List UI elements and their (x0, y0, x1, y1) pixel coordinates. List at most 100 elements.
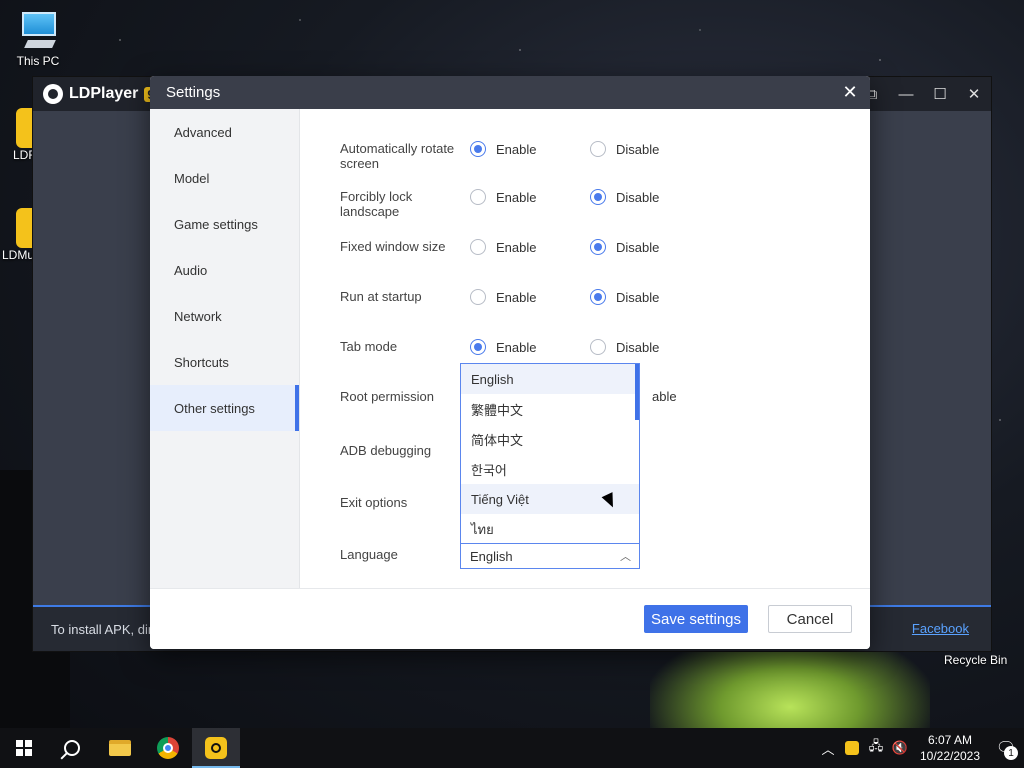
language-dropdown-list: English 繁體中文 简体中文 한국어 Tiếng Việt ไทย (460, 363, 640, 543)
setting-row-auto-rotate: Automatically rotate screen Enable Disab… (340, 141, 740, 181)
setting-label: Tab mode (340, 339, 398, 354)
system-tray: ︿ 🖧 🔇 6:07 AM 10/22/2023 🗨 1 (816, 728, 1024, 768)
volume-muted-icon[interactable]: 🔇 (888, 728, 912, 768)
clock-time: 6:07 AM (927, 733, 973, 747)
ldmultiplayer-desktop-label: LDMu (2, 248, 35, 262)
setting-label: Exit options (340, 495, 408, 510)
radio-disable[interactable] (590, 189, 606, 205)
sidebar-item-model[interactable]: Model (150, 155, 299, 201)
disable-option[interactable]: Disable (590, 141, 659, 157)
language-option-english[interactable]: English (461, 364, 639, 394)
radio-enable[interactable] (470, 189, 486, 205)
ldplayer-taskbar-button[interactable] (192, 728, 240, 768)
radio-disable[interactable] (590, 239, 606, 255)
close-icon[interactable]: ✕ (838, 80, 862, 104)
chrome-button[interactable] (144, 728, 192, 768)
language-option-traditional-chinese[interactable]: 繁體中文 (461, 394, 639, 424)
facebook-link[interactable]: Facebook (912, 621, 969, 636)
language-option-thai[interactable]: ไทย (461, 514, 639, 543)
enable-option[interactable]: Enable (470, 189, 536, 205)
enable-label: Enable (496, 339, 537, 355)
settings-footer: Save settings Cancel (150, 588, 870, 649)
ldmultiplayer-desktop-icon[interactable]: LDMu (0, 208, 35, 262)
settings-sidebar: Advanced Model Game settings Audio Netwo… (150, 109, 300, 588)
settings-content: Automatically rotate screen Enable Disab… (300, 109, 870, 588)
enable-option[interactable]: Enable (470, 289, 536, 305)
sidebar-item-audio[interactable]: Audio (150, 247, 299, 293)
ldplayer-desktop-label: LDF (13, 148, 36, 162)
ldplayer-tray-icon[interactable] (840, 728, 864, 768)
radio-disable[interactable] (590, 141, 606, 157)
network-icon[interactable]: 🖧 (864, 728, 888, 768)
setting-label: Root permission (340, 389, 434, 404)
language-option-simplified-chinese[interactable]: 简体中文 (461, 424, 639, 454)
sidebar-item-network[interactable]: Network (150, 293, 299, 339)
this-pc-icon[interactable]: This PC (6, 8, 70, 68)
enable-label: Enable (496, 289, 537, 305)
ldplayer-window-controls: ⧉ — ☐ ✕ (855, 77, 991, 111)
enable-option[interactable]: Enable (470, 239, 536, 255)
chevron-up-icon: ︿ (620, 551, 631, 563)
start-button[interactable] (0, 728, 48, 768)
search-button[interactable] (48, 728, 96, 768)
language-option-korean[interactable]: 한국어 (461, 454, 639, 484)
ldplayer-logo-icon (43, 84, 63, 104)
clock-date: 10/22/2023 (919, 749, 981, 763)
disable-label: Disable (616, 289, 660, 305)
enable-label: Enable (496, 141, 537, 157)
recycle-bin-label[interactable]: Recycle Bin (944, 653, 1007, 667)
ldplayer-logo: LDPlayer 9 (43, 84, 158, 104)
radio-enable[interactable] (470, 289, 486, 305)
install-apk-hint: To install APK, dir (51, 621, 153, 637)
radio-disable[interactable] (590, 289, 606, 305)
sidebar-item-other-settings[interactable]: Other settings (150, 385, 299, 431)
sidebar-item-shortcuts[interactable]: Shortcuts (150, 339, 299, 385)
sidebar-item-advanced[interactable]: Advanced (150, 109, 299, 155)
disable-option[interactable]: Disable (590, 289, 659, 305)
disable-option[interactable]: Disable (590, 189, 659, 205)
radio-enable[interactable] (470, 339, 486, 355)
enable-label: Enable (496, 189, 537, 205)
language-label: Language (340, 547, 398, 562)
radio-enable[interactable] (470, 239, 486, 255)
language-option-vietnamese[interactable]: Tiếng Việt (461, 484, 639, 514)
language-select[interactable]: English ︿ (460, 543, 640, 569)
radio-enable[interactable] (470, 141, 486, 157)
settings-title: Settings (166, 84, 221, 101)
disable-label: Disable (616, 239, 660, 255)
close-icon[interactable]: ✕ (957, 77, 991, 111)
disable-label-partial: able (652, 389, 677, 404)
ldplayer-desktop-icon[interactable]: LDF (0, 108, 36, 162)
language-select-value: English (470, 548, 513, 564)
settings-titlebar: Settings ✕ (150, 76, 870, 109)
computer-icon (16, 8, 60, 52)
chrome-icon (157, 737, 179, 759)
cancel-button[interactable]: Cancel (768, 605, 852, 633)
ldmultiplayer-icon (16, 208, 32, 248)
save-settings-button[interactable]: Save settings (644, 605, 748, 633)
ldplayer-icon (205, 737, 227, 759)
disable-option-partial[interactable]: able (652, 389, 677, 404)
disable-label: Disable (616, 189, 660, 205)
setting-row-fixed-window-size: Fixed window size Enable Disable (340, 239, 740, 279)
clock[interactable]: 6:07 AM 10/22/2023 (912, 732, 988, 764)
enable-option[interactable]: Enable (470, 141, 536, 157)
file-explorer-button[interactable] (96, 728, 144, 768)
notification-center-button[interactable]: 🗨 1 (988, 728, 1024, 768)
enable-option[interactable]: Enable (470, 339, 536, 355)
sidebar-item-game-settings[interactable]: Game settings (150, 201, 299, 247)
setting-label: Forcibly lock landscape (340, 189, 413, 219)
disable-option[interactable]: Disable (590, 339, 659, 355)
minimize-icon[interactable]: — (889, 77, 923, 111)
chevron-up-icon[interactable]: ︿ (816, 728, 840, 768)
setting-label: ADB debugging (340, 443, 432, 458)
disable-option[interactable]: Disable (590, 239, 659, 255)
search-icon (64, 740, 80, 756)
disable-label: Disable (616, 339, 660, 355)
radio-disable[interactable] (590, 339, 606, 355)
maximize-icon[interactable]: ☐ (923, 77, 957, 111)
enable-label: Enable (496, 239, 537, 255)
dropdown-scrollbar[interactable] (635, 364, 639, 420)
ldplayer-icon (16, 108, 32, 148)
setting-row-lock-landscape: Forcibly lock landscape Enable Disable (340, 189, 740, 229)
